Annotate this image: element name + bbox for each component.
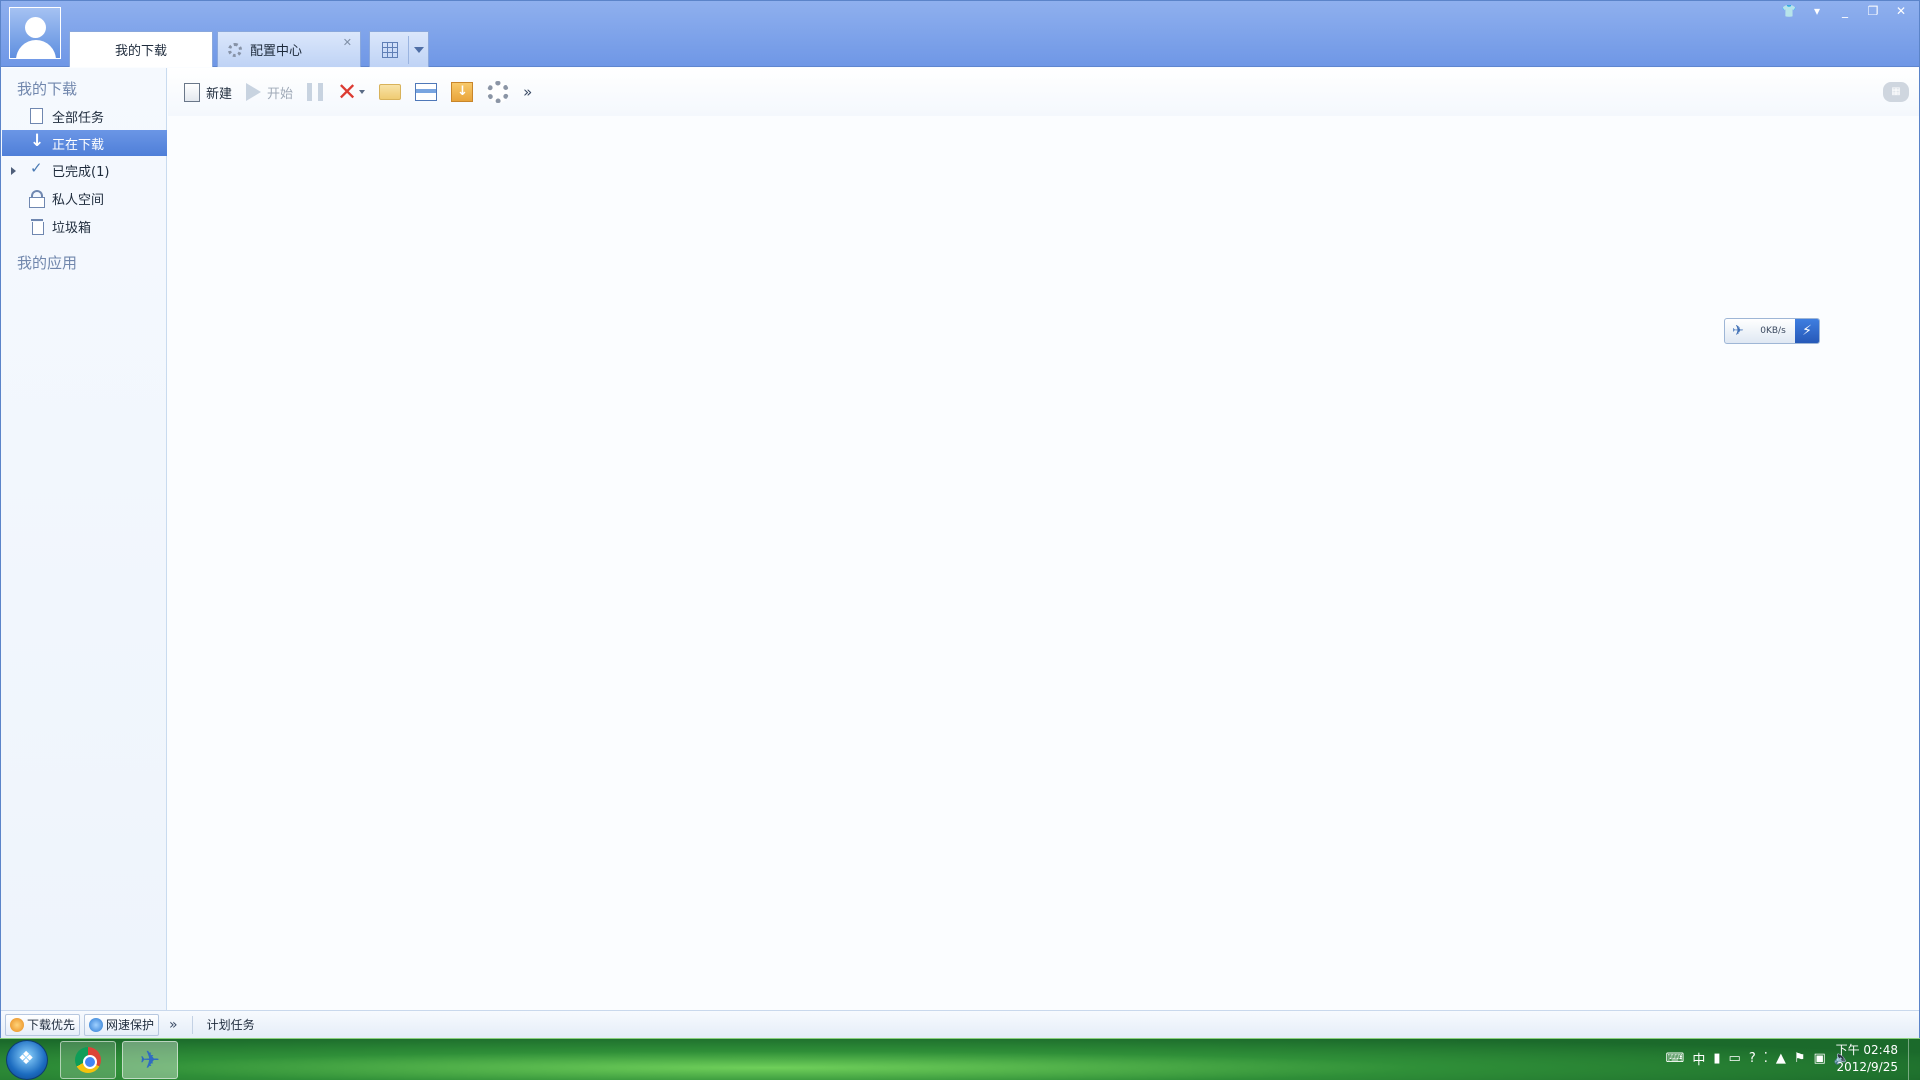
speed-protect-icon (89, 1017, 104, 1032)
grid-icon (382, 42, 398, 58)
start-label: 开始 (267, 86, 294, 102)
delete-x-icon: ✕ (337, 78, 358, 106)
sidebar-item-private-space[interactable]: 私人空间 (2, 185, 167, 211)
system-clock[interactable]: 下午 02:48 2012/9/25 (1836, 1042, 1898, 1076)
ime-mode-icon[interactable]: ⌨ (1666, 1051, 1685, 1066)
ime-language[interactable]: 中 (1692, 1049, 1705, 1068)
sidebar-item-label: 全部任务 (52, 110, 105, 126)
clock-date: 2012/9/25 (1836, 1060, 1898, 1074)
start-button[interactable]: 开始 (246, 77, 293, 107)
download-box-button[interactable] (451, 77, 474, 107)
chevron-down-icon[interactable] (414, 47, 424, 53)
folder-icon (379, 84, 402, 100)
new-document-icon (184, 82, 200, 102)
download-priority-icon (10, 1017, 24, 1032)
close-tab-icon[interactable]: ✕ (343, 36, 352, 49)
lightning-icon[interactable]: ⚡ (1795, 319, 1819, 343)
statusbar-separator (191, 1015, 193, 1034)
minimize-icon[interactable]: _ (1833, 3, 1857, 19)
settings-button[interactable] (487, 77, 510, 107)
new-task-button[interactable]: 新建 (184, 77, 232, 107)
title-bar: 我的下载 配置中心 ✕ 👕 ▾ _ ❐ ✕ (1, 1, 1919, 67)
window-panel-icon (415, 83, 438, 101)
speed-widget[interactable]: ✈ 0KB/s ⚡ (1724, 318, 1820, 344)
sidebar-item-downloading[interactable]: 正在下载 (2, 130, 167, 156)
windows-taskbar: ✈ ⌨ 中 ▮ ▭ ? ⁚ ▲ ⚑ ▣ 🔈 下午 02:48 2012/9/25 (0, 1038, 1920, 1080)
ime-settings-icon[interactable]: ⁚ (1764, 1051, 1768, 1066)
download-arrow-icon (28, 131, 46, 152)
open-folder-button[interactable] (379, 77, 402, 107)
sidebar-item-label: 正在下载 (52, 137, 105, 153)
statusbar-more-button[interactable]: » (169, 1017, 178, 1033)
show-desktop-button[interactable] (1908, 1039, 1920, 1080)
play-icon (246, 83, 262, 101)
download-priority-label: 下载优先 (27, 1018, 76, 1032)
thunder-window: 我的下载 配置中心 ✕ 👕 ▾ _ ❐ ✕ 我的下载 全部任务 正在下载 (0, 0, 1920, 1038)
schedule-task-button[interactable]: 计划任务 (207, 1016, 255, 1033)
sidebar-item-completed[interactable]: 已完成(1) (2, 157, 167, 183)
skin-icon[interactable]: 👕 (1777, 3, 1801, 19)
download-box-icon (451, 82, 474, 102)
detail-panel-button[interactable] (415, 77, 438, 107)
section-my-apps[interactable]: 我的应用 (17, 252, 77, 273)
gear-icon (228, 42, 242, 57)
chevron-down-icon[interactable] (359, 90, 366, 94)
new-task-label: 新建 (206, 86, 233, 102)
pause-button[interactable] (307, 77, 324, 107)
tab-separator (408, 36, 409, 64)
user-avatar[interactable] (9, 7, 61, 59)
start-menu-button[interactable] (6, 1040, 48, 1080)
tab-my-downloads-label: 我的下载 (114, 44, 167, 59)
delete-button[interactable]: ✕ (337, 77, 366, 107)
speed-protect-label: 网速保护 (106, 1018, 155, 1032)
gear-icon (487, 81, 510, 103)
menu-icon[interactable]: ▾ (1805, 3, 1829, 19)
taskbar-chrome[interactable] (60, 1041, 116, 1079)
ime-keyboard-icon[interactable]: ▭ (1729, 1051, 1741, 1066)
speed-protect-button[interactable]: 网速保护 (84, 1013, 160, 1036)
tab-config-center[interactable]: 配置中心 ✕ (217, 31, 361, 67)
lock-icon (28, 189, 46, 208)
tab-config-center-label: 配置中心 (250, 44, 303, 59)
trash-icon (28, 217, 46, 235)
sidebar-item-label: 私人空间 (52, 192, 105, 208)
action-center-flag-icon[interactable]: ⚑ (1794, 1051, 1806, 1066)
sidebar-item-label: 垃圾箱 (52, 220, 92, 236)
avatar-head (25, 17, 46, 38)
tab-my-downloads[interactable]: 我的下载 (69, 31, 213, 67)
speed-value: 0KB/s (1760, 326, 1786, 336)
sidebar: 我的下载 全部任务 正在下载 已完成(1) 私人空间 垃圾箱 我的应用 (1, 68, 167, 1010)
thunder-bird-icon: ✈ (1732, 323, 1744, 339)
clock-time: 下午 02:48 (1835, 1043, 1898, 1057)
pause-icon (307, 83, 324, 101)
show-hidden-icons-icon[interactable]: ▲ (1776, 1051, 1786, 1066)
status-bar: 下载优先 网速保护 » 计划任务 (1, 1010, 1919, 1038)
sidebar-item-label: 已完成(1) (52, 164, 110, 180)
avatar-body (16, 40, 56, 58)
document-icon (30, 108, 43, 124)
toolbar-more-button[interactable]: » (523, 77, 532, 107)
network-icon[interactable]: ▣ (1814, 1051, 1826, 1066)
checkmark-icon (28, 159, 46, 179)
ime-panel-icon[interactable]: ▮ (1713, 1051, 1720, 1066)
toolbar: 新建 开始 ✕ » ▦ (168, 68, 1919, 116)
download-priority-button[interactable]: 下载优先 (5, 1013, 81, 1036)
task-list-area[interactable]: ✈ 0KB/s ⚡ (168, 116, 1919, 1010)
taskbar-thunder[interactable]: ✈ (122, 1041, 178, 1079)
skin-button[interactable]: ▦ (1883, 82, 1909, 102)
system-tray: ⌨ 中 ▮ ▭ ? ⁚ ▲ ⚑ ▣ 🔈 (1666, 1049, 1850, 1068)
close-icon[interactable]: ✕ (1889, 3, 1913, 19)
section-my-downloads[interactable]: 我的下载 (17, 78, 77, 99)
thunder-bird-icon: ✈ (139, 1046, 161, 1074)
tab-app-grid[interactable] (369, 31, 429, 67)
sidebar-item-all-tasks[interactable]: 全部任务 (2, 103, 167, 129)
restore-icon[interactable]: ❐ (1861, 3, 1885, 19)
sidebar-item-trash[interactable]: 垃圾箱 (2, 213, 167, 239)
help-icon[interactable]: ? (1749, 1051, 1756, 1066)
window-controls: 👕 ▾ _ ❐ ✕ (1777, 3, 1913, 19)
chrome-icon (75, 1047, 101, 1073)
